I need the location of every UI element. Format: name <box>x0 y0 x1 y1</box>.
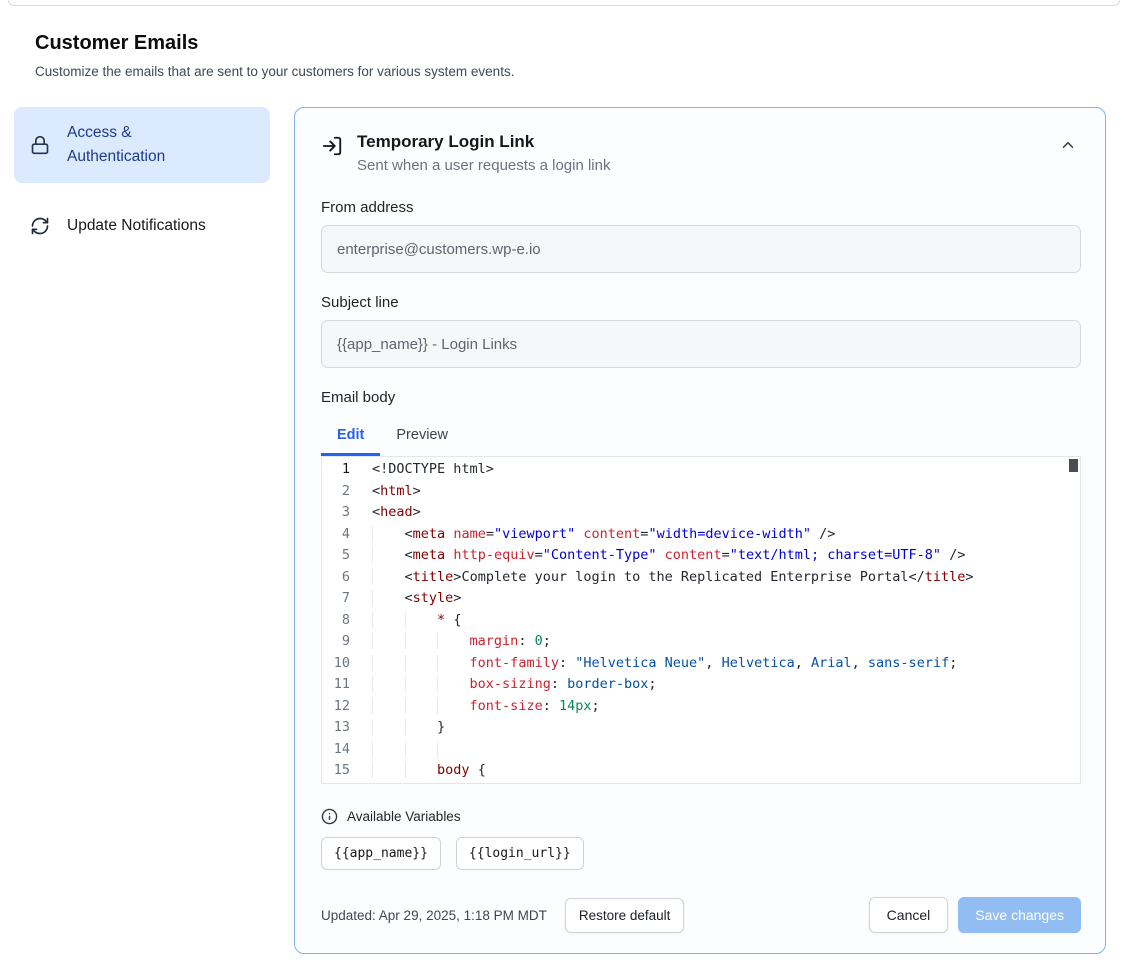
email-body-code-editor[interactable]: 1<!DOCTYPE html>2<html>3<head>4 <meta na… <box>321 456 1081 784</box>
from-address-field: From address <box>321 199 1081 273</box>
editor-scrollbar-thumb[interactable] <box>1069 459 1078 472</box>
code-line[interactable]: 9 margin: 0; <box>322 631 1080 653</box>
sidebar-item-access-authentication[interactable]: Access & Authentication <box>14 107 270 183</box>
line-number: 7 <box>322 588 350 610</box>
line-number: 10 <box>322 653 350 675</box>
email-settings-panel: Temporary Login Link Sent when a user re… <box>294 107 1106 954</box>
available-variables-section: Available Variables {{app_name}} {{login_… <box>321 808 1081 870</box>
line-number: 5 <box>322 545 350 567</box>
editor-tabs: Edit Preview <box>321 418 1081 456</box>
main-layout: Access & Authentication Update Notificat… <box>14 107 1106 954</box>
line-number: 11 <box>322 674 350 696</box>
code-line[interactable]: 6 <title>Complete your login to the Repl… <box>322 567 1080 589</box>
page-title: Customer Emails <box>35 32 1092 55</box>
chevron-up-icon <box>1059 136 1077 154</box>
code-line[interactable]: 15 body { <box>322 760 1080 782</box>
variable-chip[interactable]: {{app_name}} <box>321 837 441 870</box>
panel-title: Temporary Login Link <box>357 132 610 152</box>
sidebar-item-update-notifications[interactable]: Update Notifications <box>14 200 270 252</box>
code-line[interactable]: 5 <meta http-equiv="Content-Type" conten… <box>322 545 1080 567</box>
code-line[interactable]: 14 <box>322 739 1080 761</box>
from-address-input[interactable] <box>321 225 1081 273</box>
line-number: 13 <box>322 717 350 739</box>
page-subtitle: Customize the emails that are sent to yo… <box>35 64 1092 79</box>
restore-default-button[interactable]: Restore default <box>565 898 685 933</box>
code-line[interactable]: 7 <style> <box>322 588 1080 610</box>
subject-line-input[interactable] <box>321 320 1081 368</box>
line-number: 15 <box>322 760 350 782</box>
line-number: 14 <box>322 739 350 761</box>
panel-header-text: Temporary Login Link Sent when a user re… <box>357 132 610 174</box>
subject-line-label: Subject line <box>321 294 1081 311</box>
email-body-label: Email body <box>321 389 1081 406</box>
line-number: 4 <box>322 524 350 546</box>
code-line[interactable]: 4 <meta name="viewport" content="width=d… <box>322 524 1080 546</box>
sidebar-item-label: Access & Authentication <box>67 121 217 169</box>
line-number: 2 <box>322 481 350 503</box>
sidebar-item-label: Update Notifications <box>67 214 206 238</box>
line-number: 6 <box>322 567 350 589</box>
previous-card-bottom-edge <box>8 0 1120 6</box>
collapse-section-button[interactable] <box>1055 132 1081 158</box>
email-body-field: Email body Edit Preview 1<!DOCTYPE html>… <box>321 389 1081 784</box>
panel-header: Temporary Login Link Sent when a user re… <box>321 132 1081 174</box>
code-line[interactable]: 8 * { <box>322 610 1080 632</box>
refresh-icon <box>30 216 50 236</box>
from-address-label: From address <box>321 199 1081 216</box>
code-line[interactable]: 3<head> <box>322 502 1080 524</box>
email-types-sidebar: Access & Authentication Update Notificat… <box>14 107 270 252</box>
code-line[interactable]: 10 font-family: "Helvetica Neue", Helvet… <box>322 653 1080 675</box>
panel-footer: Updated: Apr 29, 2025, 1:18 PM MDT Resto… <box>321 897 1081 933</box>
available-variables-header: Available Variables <box>321 808 1081 825</box>
lock-icon <box>30 135 50 155</box>
code-line[interactable]: 13 } <box>322 717 1080 739</box>
login-link-icon <box>321 135 343 157</box>
line-number: 9 <box>322 631 350 653</box>
variable-chip[interactable]: {{login_url}} <box>456 837 584 870</box>
line-number: 1 <box>322 459 350 481</box>
page-header: Customer Emails Customize the emails tha… <box>35 32 1092 79</box>
updated-timestamp: Updated: Apr 29, 2025, 1:18 PM MDT <box>321 908 547 923</box>
code-line[interactable]: 2<html> <box>322 481 1080 503</box>
line-number: 8 <box>322 610 350 632</box>
save-changes-button[interactable]: Save changes <box>958 897 1081 933</box>
panel-subtitle: Sent when a user requests a login link <box>357 157 610 174</box>
tab-preview[interactable]: Preview <box>380 418 464 456</box>
code-line[interactable]: 11 box-sizing: border-box; <box>322 674 1080 696</box>
line-number: 3 <box>322 502 350 524</box>
code-line[interactable]: 16 background-color: #f6f6f6; <box>322 782 1080 785</box>
code-line[interactable]: 1<!DOCTYPE html> <box>322 459 1080 481</box>
variable-chips: {{app_name}} {{login_url}} <box>321 837 1081 870</box>
info-icon <box>321 808 338 825</box>
tab-edit[interactable]: Edit <box>321 418 380 456</box>
line-number: 16 <box>322 782 350 785</box>
available-variables-label: Available Variables <box>347 809 461 824</box>
code-line[interactable]: 12 font-size: 14px; <box>322 696 1080 718</box>
subject-line-field: Subject line <box>321 294 1081 368</box>
code-lines: 1<!DOCTYPE html>2<html>3<head>4 <meta na… <box>322 459 1080 784</box>
line-number: 12 <box>322 696 350 718</box>
cancel-button[interactable]: Cancel <box>869 897 949 933</box>
